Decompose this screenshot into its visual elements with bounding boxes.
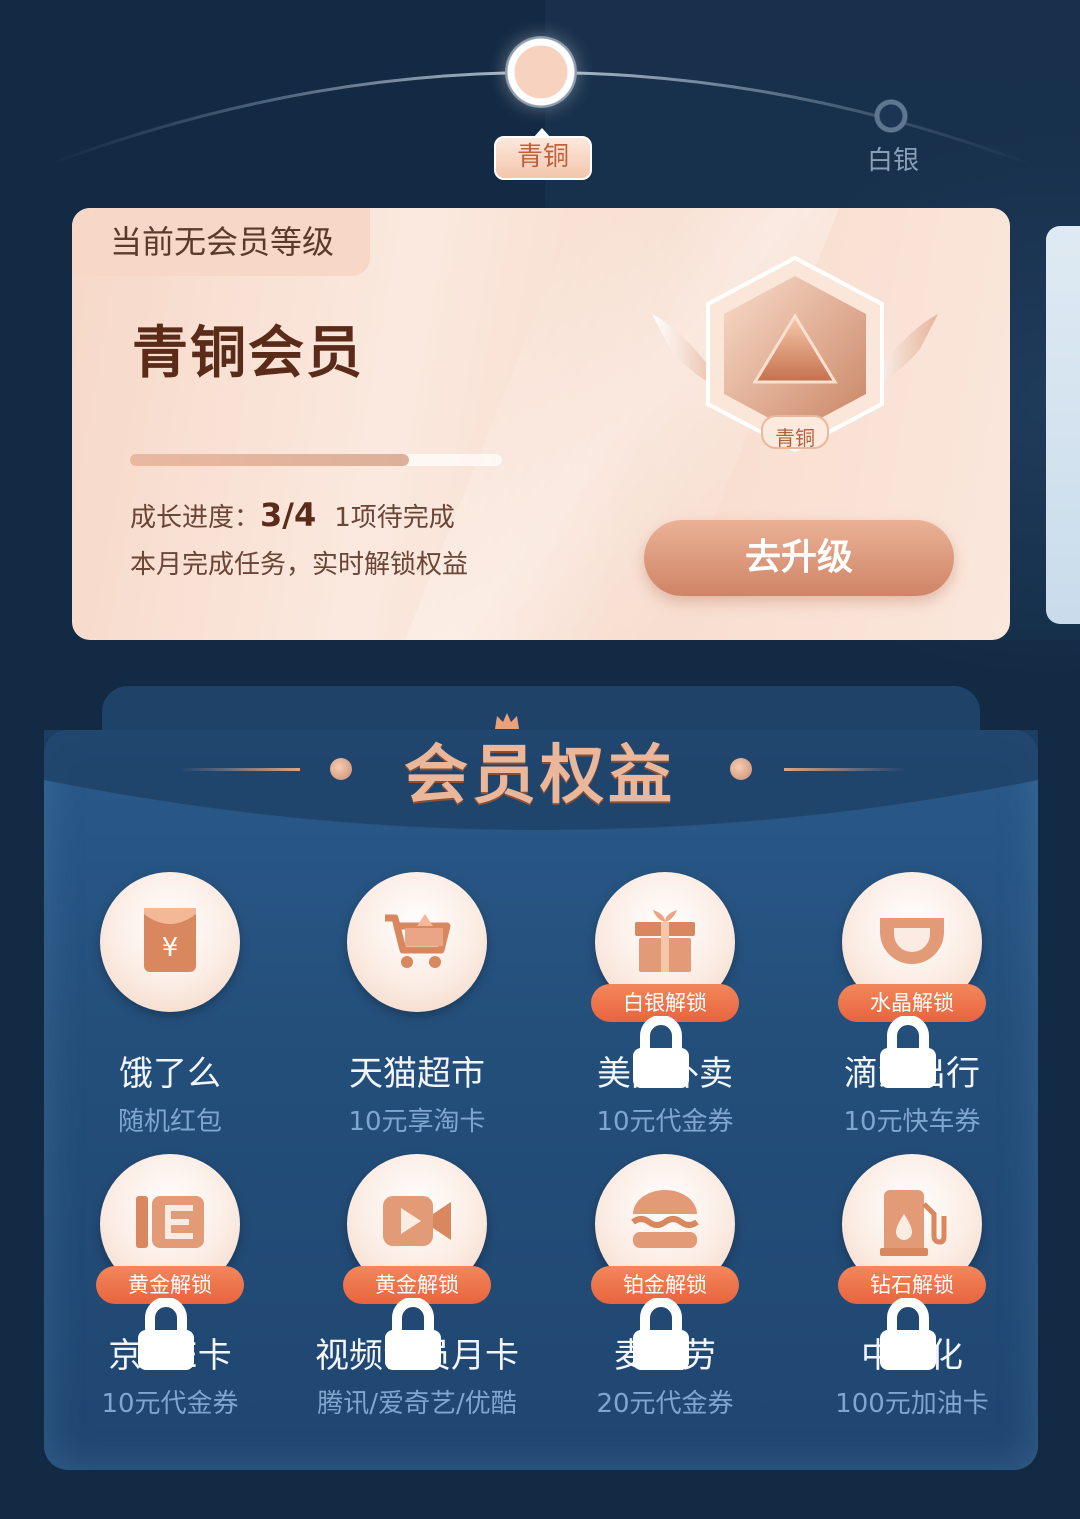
benefit-item[interactable]: 白银解锁 美团外卖 10元代金券: [541, 872, 789, 1138]
benefit-desc: 10元快车券: [843, 1107, 981, 1137]
benefit-item[interactable]: 铂金解锁 麦当劳 20元代金券: [541, 1154, 789, 1420]
lock-icon: [880, 1016, 936, 1088]
lock-badge: 白银解锁: [591, 984, 739, 1088]
benefit-desc: 10元享淘卡: [348, 1107, 486, 1137]
benefit-desc: 10元代金券: [101, 1389, 239, 1419]
benefit-item[interactable]: 黄金解锁 京东E卡 10元代金券: [46, 1154, 294, 1420]
growth-progress-fill: [130, 454, 409, 466]
lock-label: 钻石解锁: [870, 1273, 954, 1297]
red-envelope-icon: ¥: [144, 908, 196, 972]
member-card: 当前无会员等级 青铜会员 成长进度：3/4 1项待完成 本月完成任务，实时解锁权益: [72, 208, 1010, 640]
level-node-next[interactable]: [873, 98, 909, 134]
next-card-peek[interactable]: [1046, 226, 1080, 624]
lock-label: 水晶解锁: [870, 991, 954, 1015]
card-subtitle: 本月完成任务，实时解锁权益: [130, 550, 469, 580]
benefit-icon-circle: 黄金解锁: [343, 1154, 491, 1370]
lock-label: 黄金解锁: [128, 1273, 212, 1297]
benefit-desc: 10元代金券: [596, 1107, 734, 1137]
benefit-name: 天猫超市: [349, 1054, 485, 1094]
video-camera-icon: [383, 1196, 451, 1246]
badge-label: 青铜: [775, 426, 815, 450]
benefit-icon-circle: 白银解锁: [591, 872, 739, 1088]
benefit-icon-circle: 铂金解锁: [591, 1154, 739, 1370]
lock-badge: 黄金解锁: [343, 1266, 491, 1370]
svg-text:¥: ¥: [162, 933, 179, 963]
gift-icon: [635, 910, 695, 972]
growth-label: 成长进度：: [130, 503, 261, 533]
level-label-current[interactable]: 青铜: [494, 128, 592, 180]
shopping-cart-icon: [385, 914, 451, 968]
benefit-icon-circle: 黄金解锁: [96, 1154, 244, 1370]
benefit-item[interactable]: 黄金解锁 视频会员月卡 腾讯/爱奇艺/优酷: [293, 1154, 541, 1420]
level-node-current[interactable]: [505, 36, 577, 108]
benefit-icon-circle: 水晶解锁: [838, 872, 986, 1088]
benefit-desc: 腾讯/爱奇艺/优酷: [317, 1389, 517, 1419]
lock-badge: 黄金解锁: [96, 1266, 244, 1370]
growth-value: 3/4: [260, 496, 317, 534]
benefit-desc: 20元代金券: [596, 1389, 734, 1419]
lock-label: 白银解锁: [623, 991, 707, 1015]
pending-count: 1项待完成: [334, 503, 455, 533]
benefit-name: 饿了么: [119, 1054, 221, 1094]
growth-progress-text: 成长进度：3/4 1项待完成: [130, 496, 455, 534]
lock-badge: 钻石解锁: [838, 1266, 986, 1370]
lock-badge: 铂金解锁: [591, 1266, 739, 1370]
burger-icon: [631, 1190, 699, 1248]
lock-icon: [633, 1016, 689, 1088]
member-level-title: 青铜会员: [132, 321, 364, 386]
benefit-icon-circle: [347, 872, 487, 1012]
benefit-desc: 随机红包: [117, 1107, 222, 1137]
benefit-desc: 100元加油卡: [835, 1389, 989, 1419]
growth-progress-bar: [130, 454, 502, 466]
lock-icon: [633, 1298, 689, 1370]
ecard-icon: [136, 1196, 204, 1248]
lock-icon: [385, 1298, 441, 1370]
level-label-next[interactable]: 白银: [858, 140, 928, 177]
didi-icon: [880, 918, 944, 964]
lock-label: 黄金解锁: [375, 1273, 459, 1297]
lock-badge: 水晶解锁: [838, 984, 986, 1088]
lock-icon: [880, 1298, 936, 1370]
benefit-item[interactable]: 水晶解锁 滴滴出行 10元快车券: [788, 872, 1036, 1138]
benefit-item[interactable]: 天猫超市 10元享淘卡: [293, 872, 541, 1138]
benefit-item[interactable]: 钻石解锁 中石化 100元加油卡: [788, 1154, 1036, 1420]
lock-icon: [138, 1298, 194, 1370]
benefit-item[interactable]: ¥ 饿了么 随机红包: [46, 872, 294, 1138]
upgrade-button[interactable]: 去升级: [644, 520, 954, 596]
benefit-icon-circle: ¥: [100, 872, 240, 1012]
benefit-icon-circle: 钻石解锁: [838, 1154, 986, 1370]
lock-label: 铂金解锁: [623, 1273, 707, 1297]
benefits-title: 会员权益: [404, 739, 676, 813]
member-status-tag: 当前无会员等级: [72, 208, 371, 276]
fuel-pump-icon: [880, 1190, 947, 1256]
